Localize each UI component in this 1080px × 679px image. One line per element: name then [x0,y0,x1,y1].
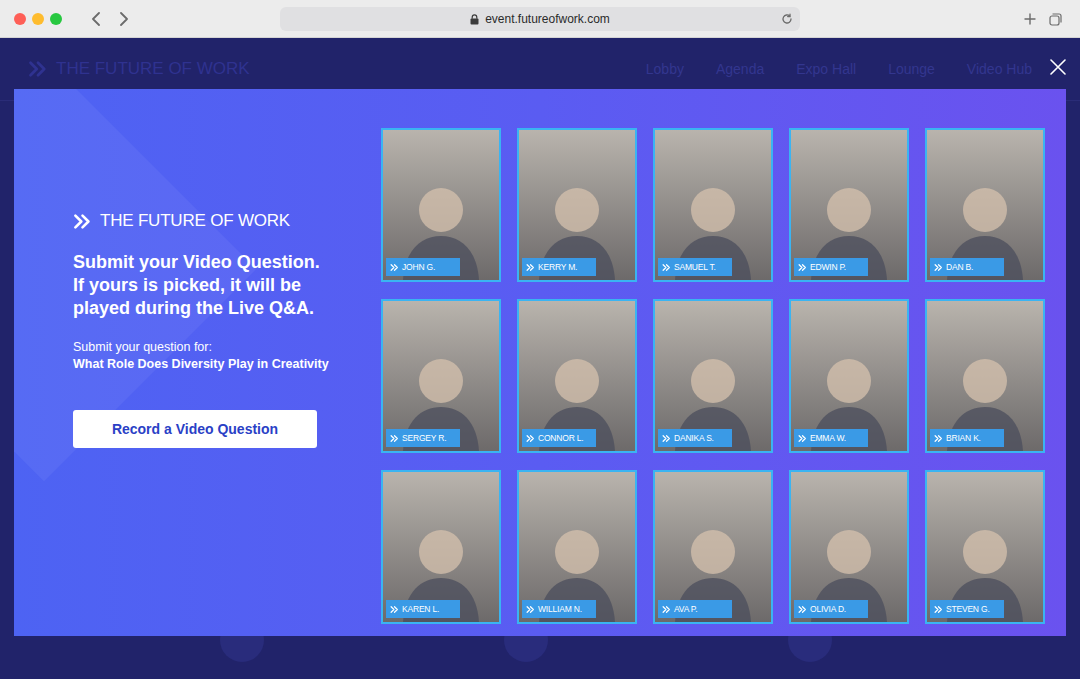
chevrons-icon [662,434,671,443]
back-arrow-icon[interactable] [88,11,104,27]
url-text: event.futureofwork.com [485,13,610,25]
participant-label: KERRY M. [522,258,596,276]
nav-item[interactable]: Lounge [888,59,935,80]
participant-name: OLIVIA D. [810,603,846,615]
video-question-modal: THE FUTURE OF WORK Submit your Video Ques… [14,89,1066,636]
chevrons-icon [662,605,671,614]
modal-heading: Submit your Video Question.If yours is p… [73,251,361,320]
chevrons-icon [934,434,943,443]
participant-grid: JOHN G. KERRY M. SAMUEL T. EDWIN P. DAN B. SE… [381,89,1045,636]
address-bar[interactable]: event.futureofwork.com [280,7,800,31]
participant-label: DANIKA S. [658,429,732,447]
history-buttons [62,11,132,27]
chevrons-icon [798,434,807,443]
participant-label: JOHN G. [386,258,460,276]
participant-name: DAN B. [946,261,973,273]
participant-name: SERGEY R. [402,432,446,444]
participant-name: EDWIN P. [810,261,846,273]
chevrons-icon [798,263,807,272]
chevrons-icon [390,263,399,272]
modal-logo: THE FUTURE OF WORK [73,210,361,232]
zoom-window-button[interactable] [50,13,62,25]
participant-name: DANIKA S. [674,432,714,444]
participant-name: EMMA W. [810,432,846,444]
chevrons-icon [390,434,399,443]
tab-overview-icon[interactable] [1048,12,1062,26]
chevrons-icon [798,605,807,614]
participant-name: WILLIAM N. [538,603,582,615]
participant-label: OLIVIA D. [794,600,868,618]
site-nav: Lobby Agenda Expo Hall Lounge Video Hub [646,59,1032,80]
participant-name: JOHN G. [402,261,435,273]
participant-label: EMMA W. [794,429,868,447]
participant-name: KERRY M. [538,261,577,273]
nav-item[interactable]: Agenda [716,59,764,80]
browser-toolbar: event.futureofwork.com [0,0,1080,38]
nav-item[interactable]: Expo Hall [796,59,856,80]
participant-tile[interactable]: OLIVIA D. [789,470,909,624]
participant-tile[interactable]: DANIKA S. [653,299,773,453]
address-content: event.futureofwork.com [470,13,610,25]
chevrons-icon [73,212,92,231]
participant-label: SAMUEL T. [658,258,732,276]
modal-intro: THE FUTURE OF WORK Submit your Video Ques… [14,89,381,636]
record-button[interactable]: Record a Video Question [73,410,317,448]
page-backdrop: THE FUTURE OF WORKLobbyAgendaExpo HallLo… [0,38,1080,679]
chevrons-icon [934,263,943,272]
new-tab-icon[interactable] [1023,12,1037,26]
reload-icon[interactable] [780,12,794,26]
participant-label: BRIAN K. [930,429,1004,447]
heading-line: If yours is picked, it will be [73,274,361,297]
chevrons-icon [934,605,943,614]
participant-tile[interactable]: JOHN G. [381,128,501,282]
participant-tile[interactable]: DAN B. [925,128,1045,282]
participant-tile[interactable]: BRIAN K. [925,299,1045,453]
chevrons-icon [28,59,48,79]
participant-tile[interactable]: KERRY M. [517,128,637,282]
participant-label: KAREN L. [386,600,460,618]
participant-label: CONNOR L. [522,429,596,447]
participant-label: SERGEY R. [386,429,460,447]
modal-logo-text: THE FUTURE OF WORK [100,208,290,234]
participant-tile[interactable]: STEVEN G. [925,470,1045,624]
chevrons-icon [526,605,535,614]
close-window-button[interactable] [14,13,26,25]
site-logo[interactable]: THE FUTURE OF WORK [28,56,250,82]
forward-arrow-icon[interactable] [116,11,132,27]
participant-tile[interactable]: WILLIAM N. [517,470,637,624]
participant-name: AVA P. [674,603,697,615]
participant-tile[interactable]: SAMUEL T. [653,128,773,282]
heading-line: played during the Live Q&A. [73,297,361,320]
chevrons-icon [526,263,535,272]
participant-name: KAREN L. [402,603,439,615]
chevrons-icon [662,263,671,272]
window-controls [0,13,62,25]
participant-tile[interactable]: CONNOR L. [517,299,637,453]
chevrons-icon [526,434,535,443]
participant-tile[interactable]: AVA P. [653,470,773,624]
heading-line: Submit your Video Question. [73,251,361,274]
participant-name: BRIAN K. [946,432,981,444]
participant-tile[interactable]: KAREN L. [381,470,501,624]
nav-item[interactable]: Lobby [646,59,684,80]
participant-label: STEVEN G. [930,600,1004,618]
participant-label: WILLIAM N. [522,600,596,618]
lock-icon [470,13,480,25]
nav-item[interactable]: Video Hub [967,59,1032,80]
session-title: What Role Does Diversity Play in Creativ… [73,356,361,373]
session-label: Submit your question for: [73,339,361,356]
participant-name: CONNOR L. [538,432,583,444]
close-icon[interactable] [1049,58,1067,76]
site-logo-text: THE FUTURE OF WORK [56,56,250,82]
participant-tile[interactable]: SERGEY R. [381,299,501,453]
participant-label: AVA P. [658,600,732,618]
participant-label: DAN B. [930,258,1004,276]
chevrons-icon [390,605,399,614]
participant-tile[interactable]: EDWIN P. [789,128,909,282]
participant-tile[interactable]: EMMA W. [789,299,909,453]
participant-name: SAMUEL T. [674,261,716,273]
participant-name: STEVEN G. [946,603,990,615]
participant-label: EDWIN P. [794,258,868,276]
minimize-window-button[interactable] [32,13,44,25]
